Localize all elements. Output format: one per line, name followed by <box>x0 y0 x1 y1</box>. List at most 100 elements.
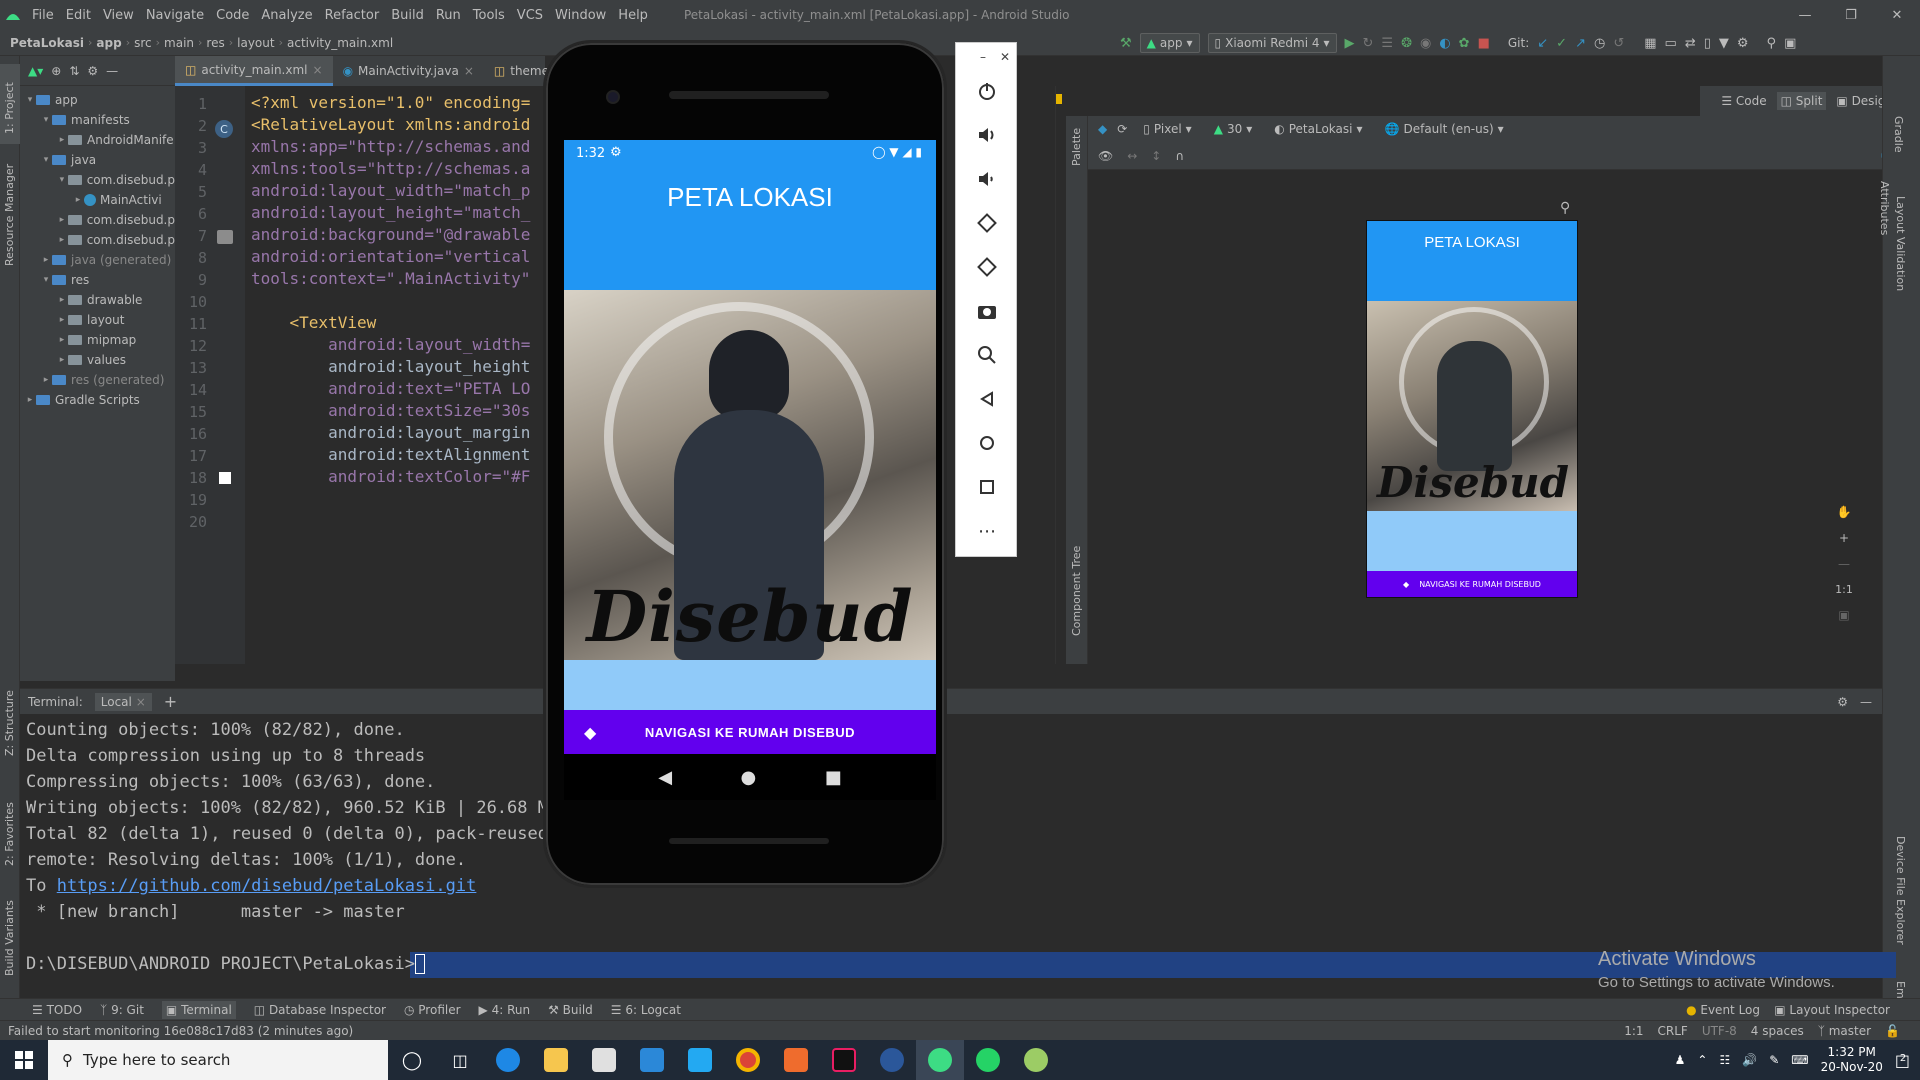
chevron-right-icon[interactable]: ▸ <box>56 295 68 305</box>
edge-browser-icon[interactable] <box>484 1040 532 1080</box>
notification-icon[interactable]: □ 2 <box>1895 1051 1910 1070</box>
indent-setting[interactable]: 4 spaces <box>1751 1024 1804 1038</box>
breadcrumb-src[interactable]: src <box>130 36 156 50</box>
build-tool-button[interactable]: ⚒ Build <box>548 1003 593 1017</box>
close-tab-icon[interactable]: × <box>464 64 474 78</box>
chevron-right-icon[interactable]: ▸ <box>56 215 68 225</box>
menu-refactor[interactable]: Refactor <box>319 8 386 23</box>
chevron-right-icon[interactable]: ▸ <box>56 355 68 365</box>
image-gutter-icon[interactable] <box>217 230 233 244</box>
menu-build[interactable]: Build <box>385 8 430 23</box>
locale-dropdown[interactable]: 🌐 Default (en-us) ▾ <box>1379 119 1510 139</box>
run-tool-button[interactable]: ▶ 4: Run <box>479 1003 531 1017</box>
git-branch[interactable]: ᛉ master <box>1818 1024 1871 1038</box>
breadcrumb-res[interactable]: res <box>202 36 228 50</box>
tree-item[interactable]: ▸ MainActivi <box>20 190 175 210</box>
clock[interactable]: 1:32 PM 20-Nov-20 <box>1821 1045 1883 1075</box>
class-gutter-icon[interactable]: C <box>215 120 233 138</box>
zoom-out-icon[interactable]: — <box>1838 557 1850 571</box>
tree-item[interactable]: ▾ com.disebud.p <box>20 170 175 190</box>
event-log-button[interactable]: ● Event Log <box>1686 1003 1760 1017</box>
chevron-right-icon[interactable]: ▸ <box>40 255 52 265</box>
chevron-right-icon[interactable]: ▸ <box>24 395 36 405</box>
status-message[interactable]: Failed to start monitoring 16e088c17d83 … <box>8 1024 353 1038</box>
network-icon[interactable]: ☷ <box>1719 1053 1730 1067</box>
terminal-prompt[interactable]: D:\DISEBUD\ANDROID PROJECT\PetaLokasi> <box>26 954 425 974</box>
breadcrumb-main[interactable]: main <box>160 36 198 50</box>
terminal-tool-button[interactable]: ▣ Terminal <box>161 1000 236 1019</box>
tree-item[interactable]: ▸ res (generated) <box>20 370 175 390</box>
chrome-icon[interactable] <box>724 1040 772 1080</box>
assistant-icon[interactable]: ⚙ <box>1737 33 1749 53</box>
tree-item[interactable]: ▾ res <box>20 270 175 290</box>
back-icon[interactable] <box>956 381 1018 417</box>
terminal-output[interactable]: Counting objects: 100% (82/82), done. De… <box>20 714 1896 998</box>
avd-manager-icon[interactable]: ▭ <box>1665 33 1677 53</box>
tree-item[interactable]: ▸ Gradle Scripts <box>20 390 175 410</box>
profiler-button[interactable]: ◷ Profiler <box>404 1003 461 1017</box>
magnet-icon[interactable]: ∩ <box>1175 149 1184 163</box>
postman-icon[interactable] <box>772 1040 820 1080</box>
navigate-button[interactable]: ◆ NAVIGASI KE RUMAH DISEBUD <box>564 710 936 754</box>
debug-icon[interactable]: ❂ <box>1401 33 1412 53</box>
todo-tool-button[interactable]: ☰ TODO <box>32 1003 82 1017</box>
tree-item[interactable]: ▾ java <box>20 150 175 170</box>
apply-changes-icon[interactable]: ↻ <box>1363 33 1374 53</box>
logcat-tool-button[interactable]: ☰ 6: Logcat <box>611 1003 681 1017</box>
mail-icon[interactable] <box>628 1040 676 1080</box>
code-mode-button[interactable]: ☰ Code <box>1721 94 1766 108</box>
people-icon[interactable]: ♟ <box>1675 1053 1686 1067</box>
device-dropdown[interactable]: ▯ Xiaomi Redmi 4 ▾ <box>1207 33 1337 53</box>
tree-item[interactable]: ▸ com.disebud.p <box>20 210 175 230</box>
tree-item[interactable]: ▾ app <box>20 90 175 110</box>
tree-item[interactable]: ▸ AndroidManife <box>20 130 175 150</box>
code-editor[interactable]: 1 2 3 4 5 6 7 8 9 10 11 12 13 14 15 16 17 18 19 20 <?xml ve… <box>175 86 545 664</box>
git-update-icon[interactable]: ↙ <box>1537 33 1548 53</box>
terminal-settings-icon[interactable]: ⚙ <box>1837 695 1848 709</box>
orientation-icon[interactable]: ⟳ <box>1117 122 1127 136</box>
project-tool-tab[interactable]: 1: Project <box>3 82 16 134</box>
view-options-icon[interactable]: 👁 <box>1098 149 1113 163</box>
debug-attach-icon[interactable]: ✿ <box>1459 33 1470 53</box>
menu-code[interactable]: Code <box>210 8 255 23</box>
project-structure-icon[interactable]: ▦ <box>1644 33 1656 53</box>
attributes-tab[interactable]: Attributes <box>1878 181 1891 235</box>
build-hammer-icon[interactable]: ⚒ <box>1120 33 1132 53</box>
chevron-right-icon[interactable]: ▸ <box>56 335 68 345</box>
word-icon[interactable] <box>868 1040 916 1080</box>
vscode-icon[interactable] <box>676 1040 724 1080</box>
gradle-panel-icon[interactable]: ▣ <box>1784 33 1796 53</box>
repo-link[interactable]: https://github.com/disebud/petaLokasi.gi… <box>57 876 477 896</box>
chevron-down-icon[interactable]: ▾ <box>56 175 68 185</box>
rotate-right-icon[interactable] <box>956 249 1018 285</box>
git-push-icon[interactable]: ↗ <box>1575 33 1586 53</box>
breadcrumb-project[interactable]: PetaLokasi <box>0 36 88 50</box>
resource-manager-tab[interactable]: Resource Manager <box>3 164 16 266</box>
chevron-down-icon[interactable]: ▾ <box>24 95 36 105</box>
palette-tab[interactable]: Palette <box>1070 128 1083 166</box>
pan-hand-icon[interactable]: ✋ <box>1837 505 1852 519</box>
menu-navigate[interactable]: Navigate <box>140 8 210 23</box>
terminal-hide-icon[interactable]: — <box>1860 695 1872 709</box>
volume-down-icon[interactable] <box>956 161 1018 197</box>
intellij-icon[interactable] <box>820 1040 868 1080</box>
attach-debugger-icon[interactable]: ◐ <box>1439 33 1450 53</box>
tree-item[interactable]: ▸ layout <box>20 310 175 330</box>
breadcrumb-app[interactable]: app <box>92 36 125 50</box>
overview-icon[interactable] <box>956 469 1018 505</box>
settings-gear-icon[interactable]: ⚙ <box>87 64 98 78</box>
taskbar-search-box[interactable]: ⚲ Type here to search <box>48 1040 388 1080</box>
zoom-fit-icon[interactable]: ▣ <box>1838 608 1849 622</box>
windows-start-icon[interactable] <box>0 1040 48 1080</box>
close-window-button[interactable]: ✕ <box>1874 0 1920 30</box>
gradle-tab[interactable]: Gradle <box>1892 116 1905 153</box>
file-explorer-icon[interactable] <box>532 1040 580 1080</box>
run-config-dropdown[interactable]: ▲ app ▾ <box>1139 33 1200 53</box>
git-commit-icon[interactable]: ✓ <box>1556 33 1567 53</box>
emulator-minimize-icon[interactable]: – <box>980 50 986 64</box>
power-icon[interactable] <box>956 73 1018 109</box>
database-inspector-button[interactable]: ◫ Database Inspector <box>254 1003 386 1017</box>
nav-home-icon[interactable]: ● <box>741 767 757 788</box>
git-tool-button[interactable]: ᛉ 9: Git <box>100 1003 144 1017</box>
component-tree-tab[interactable]: Component Tree <box>1070 546 1083 636</box>
